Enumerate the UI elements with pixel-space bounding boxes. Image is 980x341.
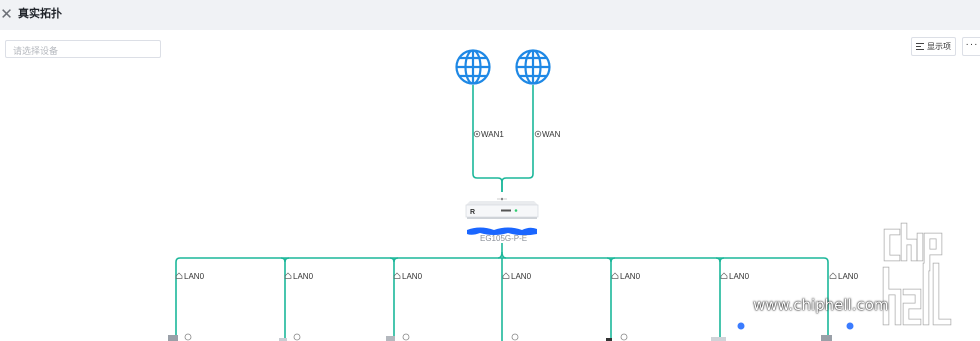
lan-link-label-7: LAN0: [829, 272, 859, 281]
client-status-icon-1: [184, 333, 192, 341]
lan-link-label-text-3: LAN0: [402, 272, 423, 281]
client-info-badge-6: [737, 322, 745, 330]
client-status-icon-4: [511, 333, 519, 341]
internet-globe-2[interactable]: [515, 49, 551, 85]
lan-link-label-2: LAN0: [284, 272, 314, 281]
lan-link-label-text-5: LAN0: [620, 272, 641, 281]
lan-link-label-text-6: LAN0: [729, 272, 750, 281]
topology-canvas: WAN1 WAN R EG105G-P-E LAN0 LAN0 LAN0 LAN…: [168, 49, 952, 341]
watermark-text: www.chiphell.com: [753, 296, 889, 314]
wan-link-line-2: [501, 85, 534, 192]
client-device-6: [711, 337, 726, 341]
lan-link-label-text-1: LAN0: [184, 272, 205, 281]
chiphell-watermark-logo: [882, 222, 952, 326]
router-brand-logo: R: [470, 209, 475, 216]
lan-link-label-5: LAN0: [611, 272, 641, 281]
wan-link-label-1: WAN1: [473, 130, 504, 139]
lan-link-label-3: LAN0: [393, 272, 423, 281]
lan-link-label-4: LAN0: [502, 272, 532, 281]
client-status-icon-3: [402, 333, 410, 341]
globe-icon: [515, 49, 551, 85]
lan-link-label-text-4: LAN0: [511, 272, 532, 281]
lan-link-label-1: LAN0: [175, 272, 205, 281]
wan-link-label-text-2: WAN: [542, 130, 561, 139]
client-device-1: [168, 335, 178, 341]
client-device-3: [386, 336, 395, 341]
lan-link-label-6: LAN0: [720, 272, 750, 281]
client-status-icon-2: [293, 333, 301, 341]
router-device[interactable]: R EG105G-P-E: [465, 197, 539, 243]
lan-link-lines: [175, 243, 829, 341]
router-model-label: EG105G-P-E: [480, 234, 527, 243]
internet-globe-1[interactable]: [455, 49, 491, 85]
wan-link-label-text-1: WAN1: [481, 130, 504, 139]
wan-link-label-2: WAN: [534, 130, 561, 139]
client-status-icon-5: [620, 333, 628, 341]
lan-link-label-text-7: LAN0: [838, 272, 859, 281]
client-device-7: [821, 335, 832, 341]
lan-link-label-text-2: LAN0: [293, 272, 314, 281]
client-info-badge-7: [846, 322, 854, 330]
client-devices[interactable]: [168, 322, 854, 341]
globe-icon: [455, 49, 491, 85]
